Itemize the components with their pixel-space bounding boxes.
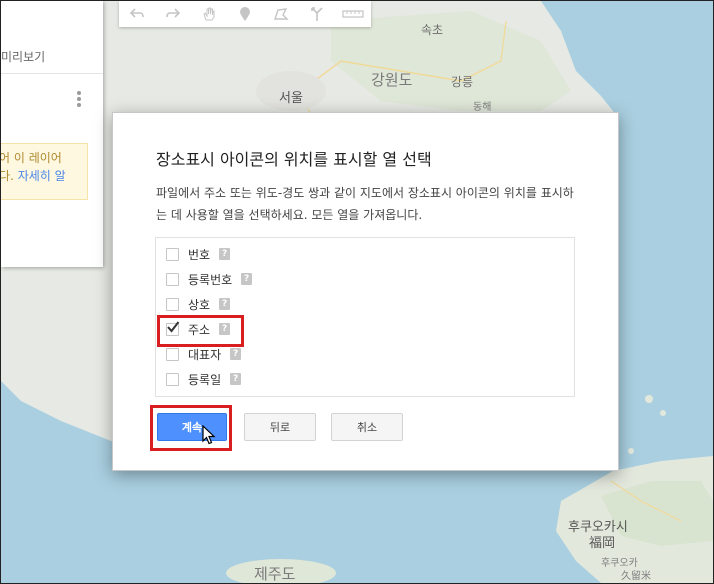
highlight-box-continue bbox=[150, 405, 232, 451]
screen-frame: 속초 강원도 강릉 서울 동해 후쿠오카시 福岡 후쿠오카 久留米 제주도 미리… bbox=[0, 0, 714, 584]
column-checkbox-registration-date[interactable] bbox=[166, 372, 179, 386]
back-button[interactable]: 뒤로 bbox=[244, 413, 316, 441]
column-checkbox-business-name[interactable] bbox=[166, 297, 179, 311]
column-label-business-name: 상호 bbox=[188, 297, 211, 312]
column-row-number[interactable]: 번호 ? bbox=[166, 244, 231, 264]
column-label-registration-date: 등록일 bbox=[188, 372, 222, 387]
help-icon[interactable]: ? bbox=[230, 348, 242, 360]
highlight-box-address bbox=[157, 315, 244, 347]
column-row-registration-number[interactable]: 등록번호 ? bbox=[166, 269, 253, 289]
help-icon[interactable]: ? bbox=[241, 273, 253, 285]
help-icon[interactable]: ? bbox=[219, 298, 231, 310]
help-icon[interactable]: ? bbox=[230, 373, 242, 385]
column-label-number: 번호 bbox=[188, 247, 211, 262]
dialog-title: 장소표시 아이콘의 위치를 표시할 열 선택 bbox=[156, 150, 432, 169]
column-checkbox-registration-number[interactable] bbox=[166, 272, 179, 286]
column-label-registration-number: 등록번호 bbox=[188, 272, 233, 287]
mouse-cursor-icon bbox=[202, 425, 216, 445]
column-checkbox-number[interactable] bbox=[166, 247, 179, 261]
column-row-representative[interactable]: 대표자 ? bbox=[166, 344, 242, 364]
column-checkbox-representative[interactable] bbox=[166, 347, 179, 361]
dialog-description: 파일에서 주소 또는 위도-경도 쌍과 같이 지도에서 장소표시 아이콘의 위치… bbox=[156, 186, 574, 222]
column-select-dialog: 장소표시 아이콘의 위치를 표시할 열 선택 파일에서 주소 또는 위도-경도 … bbox=[112, 112, 619, 471]
cancel-button[interactable]: 취소 bbox=[331, 413, 403, 441]
column-row-business-name[interactable]: 상호 ? bbox=[166, 294, 231, 314]
column-label-representative: 대표자 bbox=[188, 347, 222, 362]
column-row-registration-date[interactable]: 등록일 ? bbox=[166, 369, 242, 389]
help-icon[interactable]: ? bbox=[219, 248, 231, 260]
